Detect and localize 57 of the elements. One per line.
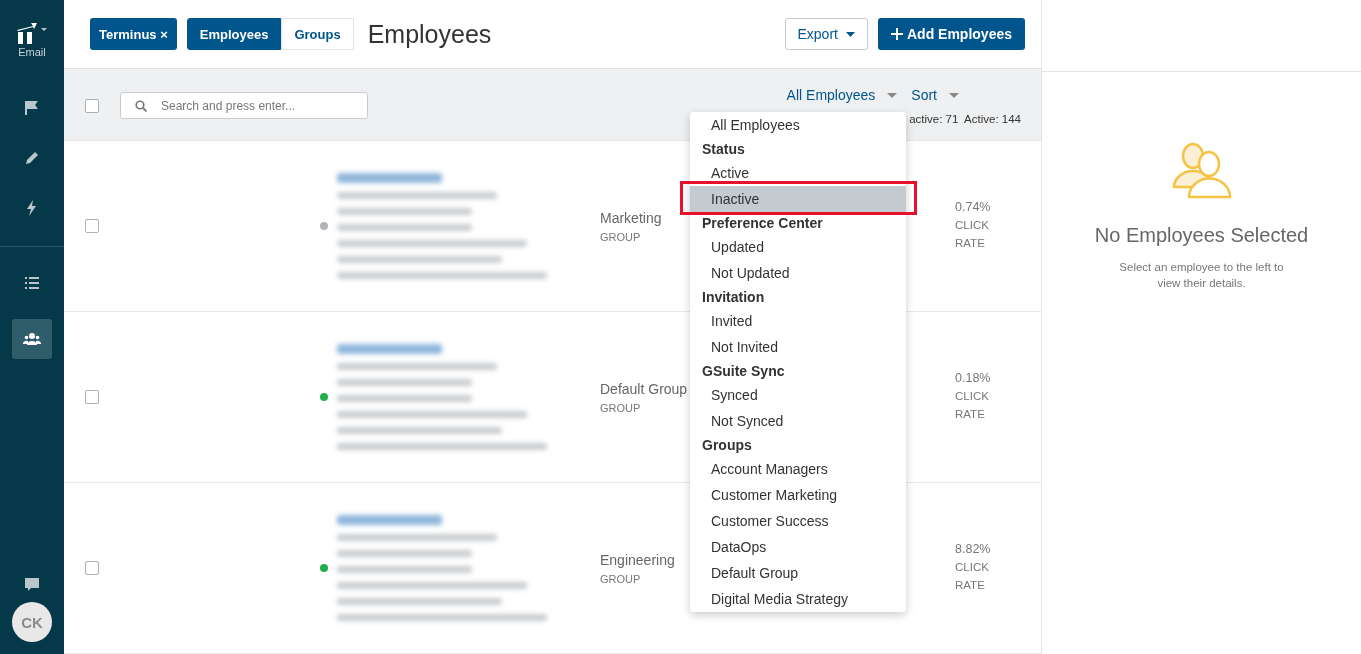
logo-icon[interactable] (15, 22, 49, 44)
caret-icon (887, 92, 898, 98)
menu-option[interactable]: Default Group (690, 560, 906, 586)
group-caption: GROUP (600, 230, 641, 243)
row-checkbox[interactable] (85, 390, 99, 405)
export-button[interactable]: Export (784, 18, 868, 51)
menu-option[interactable]: Updated (690, 234, 906, 260)
menu-option[interactable]: Active (690, 160, 906, 186)
row-checkbox[interactable] (85, 219, 99, 234)
caret-icon (949, 92, 959, 98)
row-checkbox[interactable] (85, 561, 99, 576)
search-field[interactable]: Search and press enter... (120, 92, 368, 120)
click-rate-caption: CLICK RATE (955, 218, 990, 252)
group-caption: GROUP (600, 572, 641, 585)
menu-option[interactable]: Not Synced (690, 408, 906, 434)
menu-heading: Invitation (701, 288, 766, 307)
page-title: Employees (367, 19, 492, 49)
click-rate-caption: CLICK RATE (955, 560, 990, 594)
employee-counts: active: 71 Active: 144 (909, 113, 1021, 126)
menu-option[interactable]: DataOps (690, 534, 906, 560)
menu-option[interactable]: Customer Marketing (690, 482, 906, 508)
menu-option[interactable]: Customer Success (690, 508, 906, 534)
plus-icon (890, 28, 903, 41)
menu-heading: Groups (701, 436, 753, 455)
menu-heading: Status (701, 140, 746, 159)
menu-heading: Preference Center (701, 214, 824, 233)
menu-option[interactable]: All Employees (690, 112, 906, 138)
app-label: Email (18, 46, 46, 58)
group-name: Default Group (600, 380, 688, 397)
view-tab[interactable]: Employees (186, 18, 282, 51)
empty-state-title: No Employees Selected (1094, 224, 1309, 247)
menu-option[interactable]: Not Updated (690, 260, 906, 286)
group-name: Engineering (600, 551, 675, 568)
menu-heading: GSuite Sync (701, 362, 786, 381)
menu-option[interactable]: Invited (690, 308, 906, 334)
click-rate: 0.74% (955, 200, 992, 215)
empty-state-message: Select an employee to the left to view their details. (1118, 260, 1285, 291)
chat-icon[interactable] (24, 577, 40, 592)
click-rate: 8.82% (955, 542, 992, 557)
menu-option[interactable]: Not Invited (690, 334, 906, 360)
menu-option[interactable]: Inactive (690, 186, 906, 212)
click-rate-caption: CLICK RATE (955, 389, 990, 423)
group-name: Marketing (600, 209, 662, 226)
click-rate: 0.18% (955, 371, 992, 386)
sort-dropdown[interactable]: Sort (911, 87, 959, 104)
caret-icon (845, 31, 855, 37)
search-icon (135, 100, 147, 113)
select-all-checkbox[interactable] (85, 99, 99, 114)
add-employees-button[interactable]: Add Employees (877, 18, 1025, 51)
employee-filter-dropdown[interactable]: All Employees (786, 87, 898, 104)
menu-option[interactable]: Account Managers (690, 456, 906, 482)
menu-option[interactable]: Synced (690, 382, 906, 408)
filter-chip[interactable]: Terminus × (90, 18, 177, 51)
menu-option[interactable]: Digital Media Strategy (690, 586, 906, 612)
group-caption: GROUP (600, 401, 641, 414)
view-tab[interactable]: Groups (281, 18, 354, 51)
people-nav-icon[interactable] (12, 319, 52, 359)
